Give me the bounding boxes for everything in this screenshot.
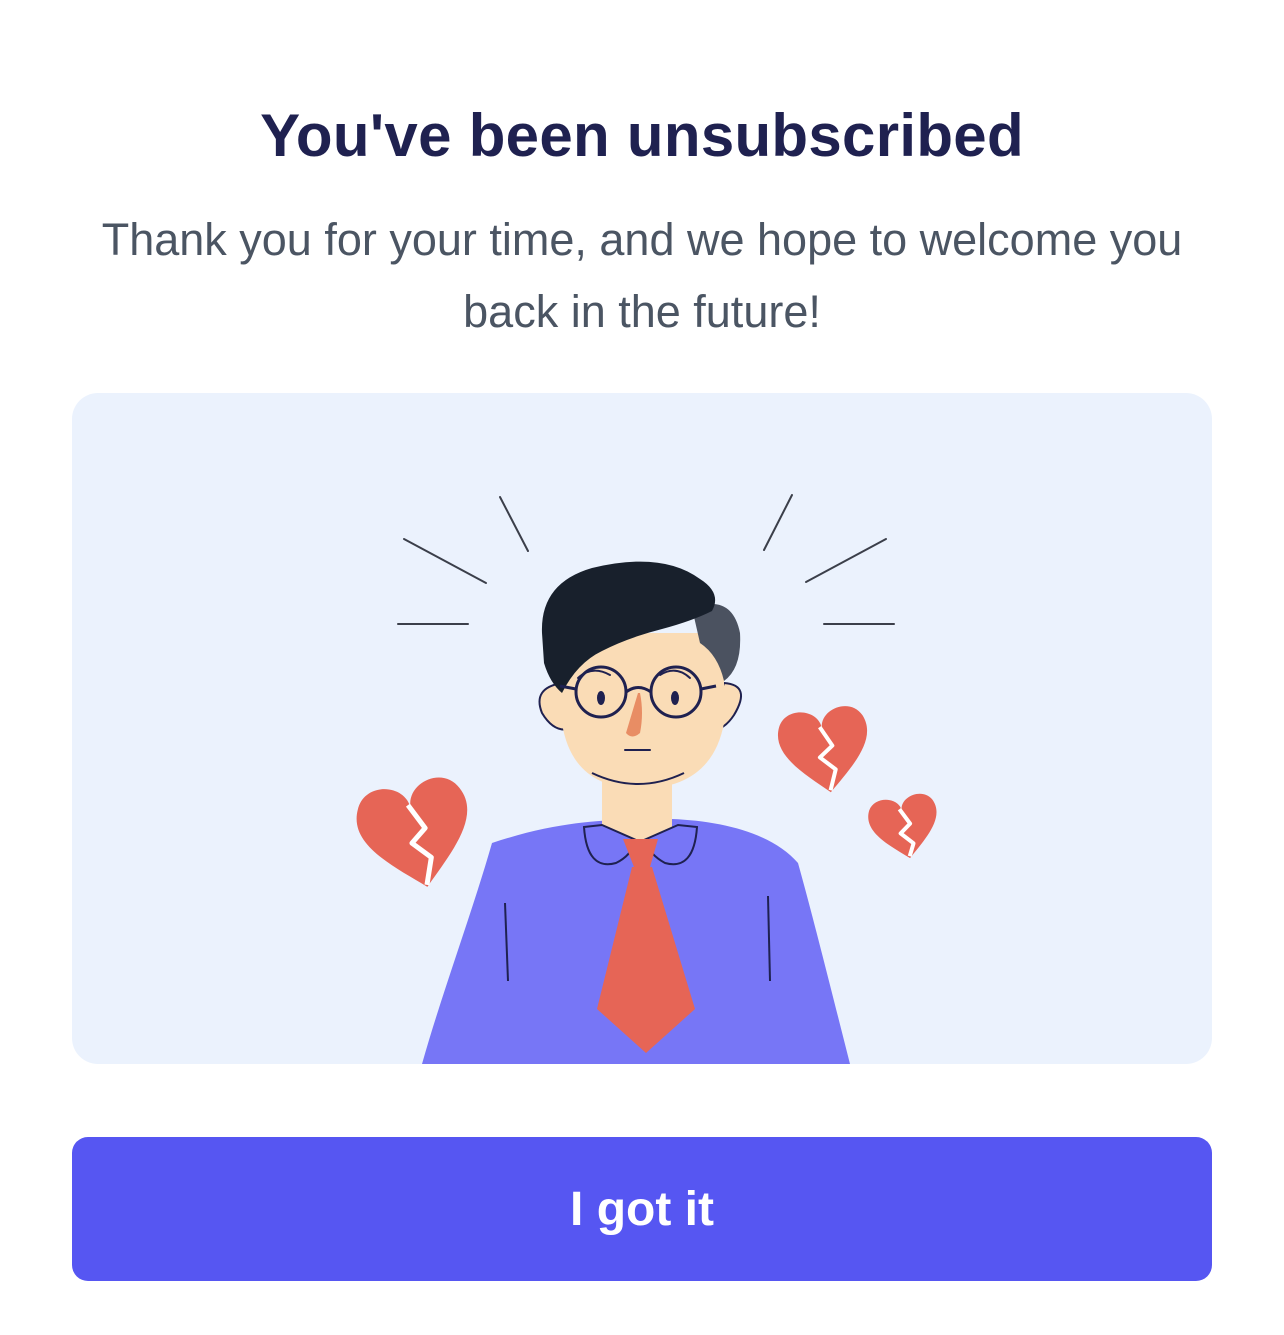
unsubscribe-dialog: You've been unsubscribed Thank you for y…	[0, 0, 1284, 1335]
i-got-it-button-label: I got it	[570, 1182, 714, 1236]
sad-man-illustration	[72, 393, 1212, 1064]
i-got-it-button[interactable]: I got it	[72, 1137, 1212, 1281]
broken-heart-right-top	[777, 706, 868, 793]
broken-heart-left	[356, 777, 468, 887]
broken-heart-right-bottom	[868, 793, 937, 859]
dialog-title: You've been unsubscribed	[260, 102, 1024, 169]
dialog-message: Thank you for your time, and we hope to …	[101, 214, 1183, 337]
